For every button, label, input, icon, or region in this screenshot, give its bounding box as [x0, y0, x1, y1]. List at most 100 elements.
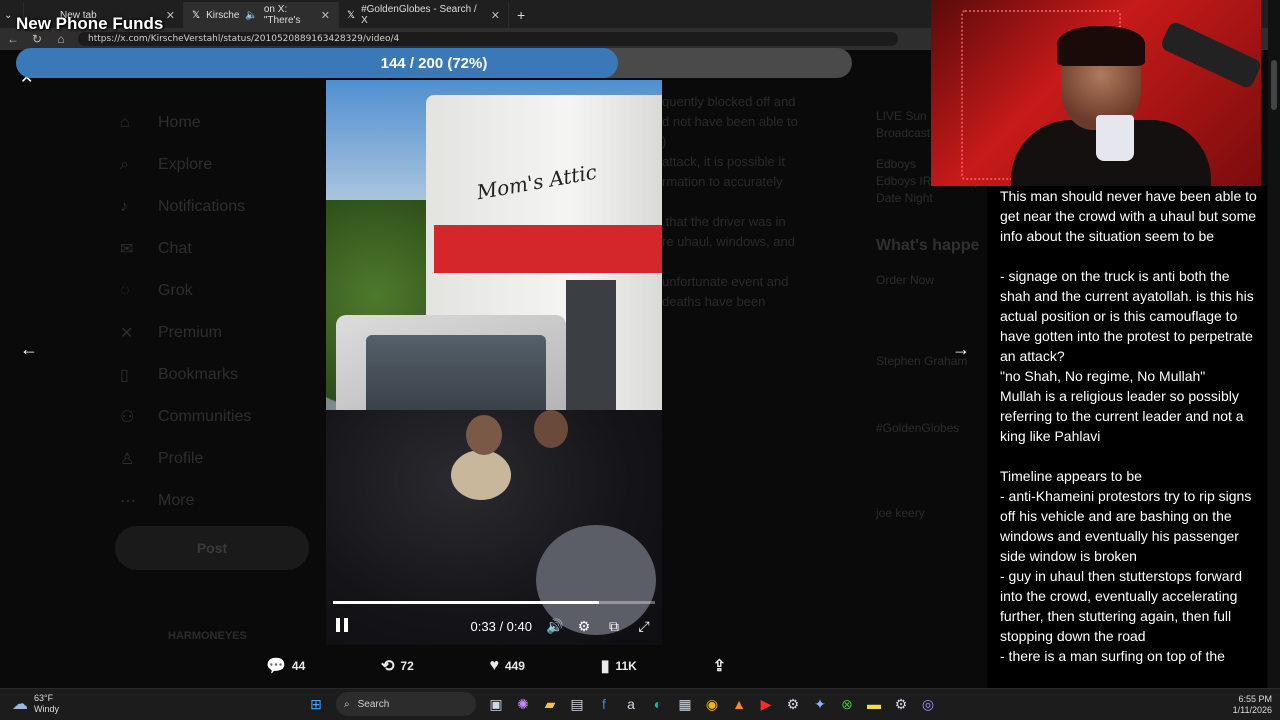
file-explorer-icon[interactable]: ▰ [539, 692, 561, 716]
nav-item-explore[interactable]: ⌕ Explore [120, 144, 251, 186]
copilot-icon[interactable]: ✺ [512, 692, 534, 716]
chevron-down-icon: ⌄ [4, 9, 13, 21]
nav-item-communities[interactable]: ⚇ Communities [120, 396, 251, 438]
reload-icon[interactable]: ↻ [30, 32, 44, 46]
tab-kirsche[interactable]: 𝕏 Kirsche 🔈 on X: "There's ✕ [184, 2, 339, 28]
task-view-icon[interactable]: ▣ [485, 692, 507, 716]
search-icon: ⌕ [344, 698, 350, 710]
app-icon[interactable]: ✦ [809, 692, 831, 716]
video-player[interactable]: Mom's Attic 0:33 / 0:40 🔊 ⚙ ⧉ ⤢ [326, 80, 662, 645]
url-field[interactable]: https://x.com/KirscheVerstahl/status/201… [78, 32, 898, 46]
edge-icon[interactable]: ◐ [647, 692, 669, 716]
post-actions: 💬 44 ⟲ 72 ♥ 449 ▮ 11K ⇪ [266, 655, 726, 677]
youtube-icon[interactable]: ▶ [755, 692, 777, 716]
nav-item-premium[interactable]: ✕ Premium [120, 312, 251, 354]
xbox-icon[interactable]: ⊗ [836, 692, 858, 716]
commentary-text: This man should never have been able to … [1000, 188, 1257, 664]
nav-item-bookmarks[interactable]: ▯ Bookmarks [120, 354, 251, 396]
trend-item[interactable]: Order Now [876, 272, 986, 289]
video-controls: 0:33 / 0:40 🔊 ⚙ ⧉ ⤢ [326, 612, 662, 640]
trends-heading: What's happe [876, 237, 980, 254]
next-arrow-icon[interactable]: → [952, 339, 970, 360]
commentary-panel: This man should never have been able to … [987, 186, 1267, 688]
store-icon[interactable]: ▤ [566, 692, 588, 716]
webcam-feed [931, 0, 1261, 186]
pip-icon[interactable]: ⧉ [606, 618, 622, 635]
nav-item-home[interactable]: ⌂ Home [120, 102, 251, 144]
bar-chart-icon: ▮ [600, 658, 610, 675]
screen: ⌂ Home ⌕ Explore ♪ Notifications ✉ Chat ◌ Gro… [0, 0, 1280, 720]
steam-icon[interactable]: ⚙ [782, 692, 804, 716]
nav-item-chat[interactable]: ✉ Chat [120, 228, 251, 270]
scrollbar-thumb[interactable] [1271, 60, 1277, 110]
x-logo-icon: 𝕏 [347, 9, 356, 21]
x-logo-icon: ✕ [120, 325, 134, 342]
close-tab-icon[interactable]: ✕ [166, 9, 175, 22]
facebook-icon[interactable]: f [593, 692, 615, 716]
stream-goal-bar: 144 / 200 (72%) [16, 48, 852, 78]
share-button[interactable]: ⇪ [713, 656, 726, 676]
chrome-icon[interactable]: ◉ [701, 692, 723, 716]
calculator-icon[interactable]: ▦ [674, 692, 696, 716]
repost-button[interactable]: ⟲ 72 [381, 656, 414, 676]
communities-icon: ⚇ [120, 409, 135, 426]
taskbar-search[interactable]: ⌕ Search [336, 692, 476, 716]
video-time: 0:33 / 0:40 [470, 618, 532, 634]
x-sidebar-nav: ⌂ Home ⌕ Explore ♪ Notifications ✉ Chat ◌ Gro… [120, 102, 251, 522]
post-text-background: quently blocked off and d not have been … [662, 94, 798, 309]
video-frame-head [466, 415, 502, 455]
grok-icon: ◌ [120, 282, 130, 299]
heart-icon: ♥ [489, 657, 499, 674]
trend-item[interactable]: #GoldenGlobes [876, 420, 986, 437]
previous-arrow-icon[interactable]: ← [20, 339, 38, 360]
video-scrubber[interactable] [333, 601, 655, 604]
repost-icon: ⟲ [380, 658, 395, 675]
new-tab-button[interactable]: + [509, 2, 533, 28]
audio-icon[interactable]: 🔈 [245, 10, 257, 21]
nav-item-grok[interactable]: ◌ Grok [120, 270, 251, 312]
reply-button[interactable]: 💬 44 [266, 656, 305, 676]
page-scrollbar[interactable] [1268, 0, 1280, 688]
amazon-icon[interactable]: a [620, 692, 642, 716]
home-icon[interactable]: ⌂ [54, 32, 68, 46]
webcam-mic-arm [1159, 20, 1261, 90]
close-tab-icon[interactable]: ✕ [321, 9, 330, 22]
trend-item[interactable]: joe keery [876, 505, 986, 522]
video-frame-head [534, 410, 568, 448]
plus-icon: + [517, 7, 526, 23]
nav-item-more[interactable]: ⋯ More [120, 480, 251, 522]
obs-icon[interactable]: ◎ [917, 692, 939, 716]
back-arrow-icon[interactable]: ← [6, 32, 20, 46]
video-scrubber-played [333, 601, 599, 604]
notes-icon[interactable]: ▬ [863, 692, 885, 716]
like-button[interactable]: ♥ 449 [489, 657, 525, 675]
views-button[interactable]: ▮ 11K [601, 656, 637, 676]
search-icon: ⌕ [120, 156, 129, 173]
more-icon: ⋯ [120, 493, 136, 510]
nav-item-notifications[interactable]: ♪ Notifications [120, 186, 251, 228]
tab-golden-globes[interactable]: 𝕏 #GoldenGlobes - Search / X ✕ [339, 2, 509, 28]
bookmark-icon: ▯ [120, 367, 129, 384]
pause-icon[interactable] [336, 618, 350, 634]
nav-item-profile[interactable]: ♙ Profile [120, 438, 251, 480]
taskbar-clock[interactable]: 6:55 PM 1/11/2026 [1222, 694, 1272, 716]
fullscreen-icon[interactable]: ⤢ [636, 618, 652, 635]
close-tab-icon[interactable]: ✕ [491, 9, 500, 22]
share-icon: ⇪ [712, 658, 726, 675]
weather-widget[interactable]: ☁ 63°F Windy [12, 693, 59, 715]
windows-taskbar: ☁ 63°F Windy ⊞ ⌕ Search ▣ ✺ ▰ ▤ f a ◐ ▦ … [0, 688, 1280, 720]
post-button[interactable]: Post [115, 526, 309, 570]
settings-gear-icon[interactable]: ⚙ [576, 618, 592, 635]
windows-start-icon[interactable]: ⊞ [305, 692, 327, 716]
app-icon[interactable]: ⚙ [890, 692, 912, 716]
stream-goal-label: 144 / 200 (72%) [380, 54, 488, 72]
stream-goal-title: New Phone Funds [16, 14, 164, 33]
x-logo-icon: 𝕏 [192, 9, 201, 21]
weather-icon: ☁ [12, 695, 28, 713]
reply-icon: 💬 [266, 658, 286, 675]
right-item: Date Night [876, 191, 933, 205]
app-icon[interactable]: ▲ [728, 692, 750, 716]
taskbar-apps: ⊞ ⌕ Search ▣ ✺ ▰ ▤ f a ◐ ▦ ◉ ▲ ▶ ⚙ ✦ ⊗ ▬… [305, 692, 939, 716]
volume-icon[interactable]: 🔊 [546, 618, 563, 635]
home-icon: ⌂ [120, 114, 130, 131]
